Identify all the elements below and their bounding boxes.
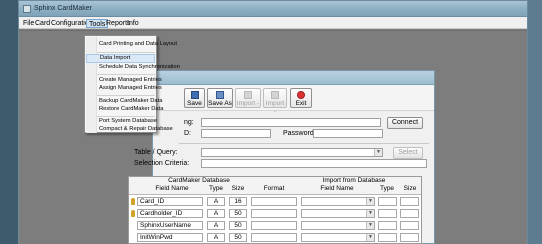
key-icon <box>131 198 135 205</box>
grid-header: CardMaker Database Import from Database … <box>129 177 421 195</box>
save-icon <box>190 91 199 99</box>
format-cell[interactable] <box>251 197 297 206</box>
size-cell[interactable]: 50 <box>229 233 247 242</box>
table-row[interactable]: Card_ID A 16 ▼ <box>129 196 421 207</box>
import-field-select[interactable]: ▼ <box>301 209 375 218</box>
app-icon <box>23 5 31 13</box>
col-size: Size <box>231 185 245 192</box>
col-type: Type <box>208 185 224 192</box>
col-import-field-name: Field Name <box>320 185 354 192</box>
type-cell[interactable]: A <box>207 221 225 230</box>
menu-separator <box>97 95 155 96</box>
field-mapping-grid: CardMaker Database Import from Database … <box>128 176 422 244</box>
import-field-select[interactable]: ▼ <box>301 221 375 230</box>
exit-button[interactable]: Exit <box>290 88 312 108</box>
key-icon <box>131 210 135 217</box>
import-field-select[interactable]: ▼ <box>301 197 375 206</box>
format-cell[interactable] <box>251 221 297 230</box>
selection-criteria-input[interactable] <box>201 159 427 168</box>
table-row[interactable]: Cardholder_ID A 50 ▼ <box>129 208 421 219</box>
cardmaker-database-header: CardMaker Database <box>168 177 230 184</box>
desktop-left-edge <box>0 0 18 244</box>
chevron-down-icon: ▼ <box>374 149 382 156</box>
import-type-cell[interactable] <box>378 221 397 230</box>
format-cell[interactable] <box>251 233 297 242</box>
menu-separator <box>97 74 155 75</box>
connect-button[interactable]: Connect <box>387 117 423 129</box>
menu-item-data-import[interactable]: Data Import <box>86 54 155 63</box>
import-size-cell[interactable] <box>400 197 419 206</box>
import-type-cell[interactable] <box>378 197 397 206</box>
import-button-1[interactable]: Import - <box>235 88 261 108</box>
import-type-cell[interactable] <box>378 233 397 242</box>
select-button[interactable]: Select <box>393 147 423 159</box>
menu-item-assign-managed[interactable]: Assign Managed Entries <box>86 84 162 93</box>
menu-item-restore[interactable]: Restore CardMaker Data <box>86 105 163 114</box>
size-cell[interactable]: 50 <box>229 221 247 230</box>
table-query-select[interactable]: ▼ <box>201 148 383 157</box>
exit-icon <box>297 91 305 99</box>
import-label-2: Import - <box>265 100 285 115</box>
connection-string-input[interactable] <box>201 118 381 127</box>
import-label-1: Import - <box>236 100 260 107</box>
chevron-down-icon: ▼ <box>366 210 374 217</box>
chevron-down-icon: ▼ <box>366 198 374 205</box>
field-name-cell[interactable]: SphinxUserName <box>137 221 203 230</box>
table-row[interactable]: SphinxUserName A 50 ▼ <box>129 220 421 231</box>
user-id-input[interactable] <box>201 129 271 138</box>
table-query-label: Table / Query: <box>134 149 178 156</box>
tools-dropdown-menu: Card Printing and Data Layout Data Impor… <box>84 35 180 134</box>
desktop-right-edge <box>528 0 542 244</box>
connection-label: ng: <box>184 119 194 126</box>
form-divider <box>179 143 429 144</box>
import-size-cell[interactable] <box>400 209 419 218</box>
import-size-cell[interactable] <box>400 233 419 242</box>
window-title: Sphinx CardMaker <box>34 5 92 12</box>
import-field-select[interactable]: ▼ <box>301 233 375 242</box>
selection-criteria-label: Selection Criteria: <box>134 160 190 167</box>
field-name-cell[interactable]: InitWinPwd <box>137 233 203 242</box>
import-database-header: Import from Database <box>322 177 386 184</box>
save-as-icon <box>216 91 224 99</box>
import-size-cell[interactable] <box>400 221 419 230</box>
menu-item-compact-repair[interactable]: Compact & Repair Database <box>86 125 173 134</box>
menu-separator <box>97 52 155 53</box>
col-format: Format <box>263 185 285 192</box>
menu-item-schedule-sync[interactable]: Schedule Data Synchronization <box>86 63 180 72</box>
save-as-label: Save As <box>208 100 232 107</box>
size-cell[interactable]: 50 <box>229 209 247 218</box>
import-icon <box>244 91 252 99</box>
import-type-cell[interactable] <box>378 209 397 218</box>
field-name-cell[interactable]: Card_ID <box>137 197 203 206</box>
table-row[interactable]: InitWinPwd A 50 ▼ <box>129 232 421 243</box>
chevron-down-icon: ▼ <box>366 222 374 229</box>
title-bar[interactable]: Sphinx CardMaker <box>19 1 527 17</box>
save-label: Save <box>187 100 202 107</box>
col-import-size: Size <box>403 185 417 192</box>
import-icon-2 <box>271 91 279 99</box>
col-import-type: Type <box>379 185 395 192</box>
user-id-label: D: <box>184 130 191 137</box>
password-label: Password: <box>283 130 316 137</box>
type-cell[interactable]: A <box>207 233 225 242</box>
menu-bar: File Card Configuration Tools Reports In… <box>19 17 527 29</box>
save-button[interactable]: Save <box>184 88 205 108</box>
password-input[interactable] <box>313 129 383 138</box>
size-cell[interactable]: 16 <box>229 197 247 206</box>
field-name-cell[interactable]: Cardholder_ID <box>137 209 203 218</box>
type-cell[interactable]: A <box>207 209 225 218</box>
import-button-2[interactable]: Import - <box>263 88 287 115</box>
menu-info[interactable]: Info <box>125 19 141 28</box>
col-field-name: Field Name <box>155 185 189 192</box>
save-as-button[interactable]: Save As <box>207 88 233 108</box>
type-cell[interactable]: A <box>207 197 225 206</box>
menu-item-card-printing-layout[interactable]: Card Printing and Data Layout <box>86 40 177 49</box>
format-cell[interactable] <box>251 209 297 218</box>
chevron-down-icon: ▼ <box>366 234 374 241</box>
exit-label: Exit <box>295 100 307 107</box>
data-import-title-bar[interactable] <box>153 71 434 85</box>
import-toolbar: Save Save As Import - Import - Exit <box>153 85 434 115</box>
